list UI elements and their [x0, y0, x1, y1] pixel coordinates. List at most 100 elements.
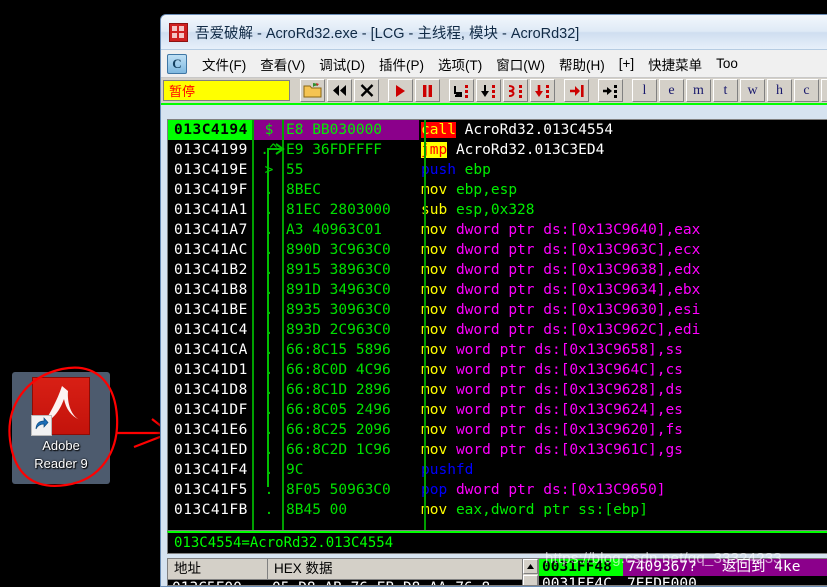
menu-item-tools[interactable]: Too — [709, 54, 745, 73]
dump-row[interactable]: 013C5F00 05 D8 AB 76 EB D8 AA 76 8 — [168, 580, 538, 585]
instruction-mnemonic: pushfd — [421, 462, 474, 478]
disassembly-marker: . — [264, 222, 274, 238]
disassembly-row[interactable]: 013C41B2. 8915 38963C0 mov dword ptr ds:[0… — [168, 260, 827, 280]
disassembly-row[interactable]: 013C41B8. 891D 34963C0 mov dword ptr ds:[0… — [168, 280, 827, 300]
memory-dump-pane[interactable]: 地址 HEX 数据 013C5F00 05 D8 AB 76 EB D8 AA … — [167, 558, 539, 586]
ollydbg-app-icon — [169, 22, 188, 42]
disassembly-row[interactable]: 013C41C4. 893D 2C963C0 mov dword ptr ds:[0… — [168, 320, 827, 340]
menu-item-options[interactable]: 选项(T) — [431, 52, 489, 76]
execute-till-return-button[interactable] — [564, 79, 589, 102]
menu-item-plugins[interactable]: 插件(P) — [372, 52, 431, 76]
run-button[interactable] — [388, 79, 413, 102]
instruction-operands: word ptr ds:[0x13C9628],ds — [455, 382, 683, 398]
disassembly-instruction: mov word ptr ds:[0x13C9620],fs — [419, 420, 827, 440]
disassembly-address: 013C41F4 — [174, 462, 248, 478]
debugger-state-indicator: 暂停 — [163, 80, 290, 101]
disassembly-hexbytes: 8915 38963C0 — [286, 262, 391, 278]
dump-scrollbar[interactable] — [522, 559, 538, 585]
disassembly-marker: . — [264, 442, 274, 458]
disassembly-marker: . — [264, 282, 274, 298]
disassembly-row[interactable]: 013C419F. 8BEC mov ebp,esp — [168, 180, 827, 200]
disassembly-hexbytes: 891D 34963C0 — [286, 282, 391, 298]
disassembly-row[interactable]: 013C41A1. 81EC 2803000 sub esp,0x328 — [168, 200, 827, 220]
disassembly-row[interactable]: 013C41F5. 8F05 50963C0 pop dword ptr ds:[0… — [168, 480, 827, 500]
letter-button-h-label: h — [776, 82, 783, 98]
ollydbg-window: 吾爱破解 - AcroRd32.exe - [LCG - 主线程, 模块 - A… — [160, 14, 827, 587]
letter-button-h[interactable]: h — [767, 79, 792, 102]
letter-button-t[interactable]: t — [713, 79, 738, 102]
step-over-button[interactable] — [476, 79, 501, 102]
letter-button-w[interactable]: w — [740, 79, 765, 102]
dump-header-row: 地址 HEX 数据 — [168, 559, 538, 580]
instruction-space — [447, 322, 456, 338]
dump-scroll-thumb[interactable] — [523, 575, 538, 585]
menu-item-window[interactable]: 窗口(W) — [489, 52, 552, 76]
disassembly-row[interactable]: 013C4194 $ E8 BB030000 call AcroRd32.013C45… — [168, 120, 827, 140]
disassembly-instruction: mov word ptr ds:[0x13C9624],es — [419, 400, 827, 420]
open-file-button[interactable] — [300, 79, 325, 102]
trace-into-button[interactable] — [503, 79, 528, 102]
instruction-operands: word ptr ds:[0x13C964C],cs — [455, 362, 683, 378]
disassembly-row[interactable]: 013C41D1. 66:8C0D 4C96 mov word ptr ds:[0x… — [168, 360, 827, 380]
step-into-button[interactable] — [449, 79, 474, 102]
disassembly-row[interactable]: 013C41CA. 66:8C15 5896 mov word ptr ds:[0x… — [168, 340, 827, 360]
menu-item-view[interactable]: 查看(V) — [253, 52, 312, 76]
disassembly-row[interactable]: 013C41FB. 8B45 00 mov eax,dword ptr ss:[eb… — [168, 500, 827, 520]
menu-item-shortcut-menu[interactable]: 快捷菜单 — [641, 52, 709, 76]
menu-item-help[interactable]: 帮助(H) — [552, 52, 612, 76]
letter-button-slash[interactable]: / — [821, 79, 827, 102]
stack-pane[interactable]: 0031FF48 7409367? 返回到 4ke 0031FF4C 7EEDE000 — [539, 558, 827, 586]
disassembly-row[interactable]: 013C41A7. A3 40963C01 mov dword ptr ds:[0x… — [168, 220, 827, 240]
disassembly-rows[interactable]: 013C4194 $ E8 BB030000 call AcroRd32.013C45… — [168, 120, 827, 520]
disassembly-address: 013C41AC — [174, 242, 248, 258]
instruction-space — [447, 502, 456, 518]
disassembly-address: 013C41B2 — [174, 262, 248, 278]
disassembly-marker: > — [264, 162, 274, 178]
disassembly-row[interactable]: 013C41DF. 66:8C05 2496 mov word ptr ds:[0x… — [168, 400, 827, 420]
disassembly-instruction: mov word ptr ds:[0x13C9658],ss — [419, 340, 827, 360]
disassembly-row[interactable]: 013C419E >55 push ebp — [168, 160, 827, 180]
disassembly-row[interactable]: 013C41E6. 66:8C25 2096 mov word ptr ds:[0x… — [168, 420, 827, 440]
menu-item-plus[interactable]: [+] — [612, 54, 641, 73]
stack-rows[interactable]: 0031FF48 7409367? 返回到 4ke 0031FF4C 7EEDE000 — [539, 559, 827, 585]
letter-button-m[interactable]: m — [686, 79, 711, 102]
disassembly-pane[interactable]: 013C4194 $ E8 BB030000 call AcroRd32.013C45… — [167, 119, 827, 531]
menu-item-debug[interactable]: 调试(D) — [312, 52, 372, 76]
letter-button-l-label: l — [642, 82, 647, 98]
disassembly-row[interactable]: 013C4199 .^ E9 36FDFFFF jmp AcroRd32.013C3E… — [168, 140, 827, 160]
close-program-button[interactable] — [354, 79, 379, 102]
letter-button-e[interactable]: e — [659, 79, 684, 102]
disassembly-hexbytes: 66:8C05 2496 — [286, 402, 391, 418]
disassembly-row[interactable]: 013C41F4. 9C pushfd — [168, 460, 827, 480]
window-titlebar[interactable]: 吾爱破解 - AcroRd32.exe - [LCG - 主线程, 模块 - A… — [161, 15, 827, 50]
disassembly-row[interactable]: 013C41D8. 66:8C1D 2896 mov word ptr ds:[0x… — [168, 380, 827, 400]
letter-button-l[interactable]: l — [632, 79, 657, 102]
disassembly-row[interactable]: 013C41ED. 66:8C2D 1C96 mov word ptr ds:[0x… — [168, 440, 827, 460]
disassembly-hexbytes: 9C — [286, 462, 304, 478]
app-menu-button[interactable]: C — [167, 53, 187, 74]
disassembly-row[interactable]: 013C41AC. 890D 3C963C0 mov dword ptr ds:[0… — [168, 240, 827, 260]
letter-button-c[interactable]: c — [794, 79, 819, 102]
disassembly-instruction: mov dword ptr ds:[0x13C9630],esi — [419, 300, 827, 320]
menu-item-file[interactable]: 文件(F) — [195, 52, 253, 76]
stack-row[interactable]: 0031FF48 7409367? 返回到 4ke — [539, 559, 827, 576]
disassembly-hexbytes: 66:8C0D 4C96 — [286, 362, 391, 378]
run-to-cursor-button[interactable] — [598, 79, 623, 102]
toolbar[interactable]: 暂停 l e m t w h c — [161, 78, 827, 105]
disassembly-hexbytes: 81EC 2803000 — [286, 202, 391, 218]
scroll-up-icon[interactable] — [523, 559, 538, 574]
disassembly-hexbytes: A3 40963C01 — [286, 222, 383, 238]
trace-over-button[interactable] — [530, 79, 555, 102]
desktop-background: Adobe Reader 9 吾爱破解 - AcroRd32.exe - [LC… — [0, 0, 827, 587]
disassembly-marker: . — [264, 242, 274, 258]
disassembly-address: 013C41ED — [174, 442, 248, 458]
restart-button[interactable] — [327, 79, 352, 102]
menu-bar[interactable]: C 文件(F) 查看(V) 调试(D) 插件(P) 选项(T) 窗口(W) 帮助… — [161, 50, 827, 78]
disassembly-address: 013C41FB — [174, 502, 248, 518]
disassembly-row[interactable]: 013C41BE. 8935 30963C0 mov dword ptr ds:[0… — [168, 300, 827, 320]
pause-button[interactable] — [415, 79, 440, 102]
disassembly-address: 013C41B8 — [174, 282, 248, 298]
adobe-reader-desktop-icon[interactable]: Adobe Reader 9 — [12, 372, 110, 484]
disassembly-address: 013C41DF — [174, 402, 248, 418]
instruction-operands: dword ptr ds:[0x13C962C],edi — [455, 322, 701, 338]
